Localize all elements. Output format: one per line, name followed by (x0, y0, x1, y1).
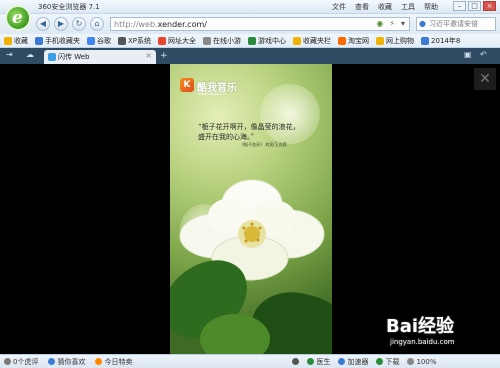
status-deals[interactable]: 今日特卖 (95, 357, 132, 367)
window-controls: – □ × (453, 1, 496, 11)
menu-bar: 文件 查看 收藏 工具 帮助 (332, 2, 438, 12)
bolt-icon[interactable]: ⚡ (389, 19, 395, 28)
bookmark-shopping[interactable]: 网上购物 (376, 36, 414, 46)
heart-icon (48, 358, 56, 365)
address-bar[interactable]: http://web.xender.com/ ◉ ⚡ ▾ (110, 17, 410, 31)
bookmark-mobile[interactable]: 手机收藏夹 (35, 36, 80, 46)
status-bar: 0个虎评 猜你喜欢 今日特卖 医生 加速器 下载 100% (0, 354, 500, 368)
bookmark-xp[interactable]: XP系统 (118, 36, 151, 46)
people-icon (421, 36, 430, 45)
search-box[interactable]: ● (416, 17, 496, 31)
site-icon (158, 36, 167, 45)
maximize-button[interactable]: □ (468, 1, 481, 11)
search-engine-icon[interactable]: ● (419, 19, 426, 28)
phone-screen-preview: K 酷我音乐 www.kuwo.cn “栀子花开啊开，像晶莹的浪花， 盛开在我的… (170, 64, 332, 354)
phone-icon (35, 36, 43, 45)
bookmark-folder[interactable]: 收藏夹栏 (293, 36, 331, 46)
gift-icon (95, 358, 103, 365)
tab-close-icon[interactable]: × (145, 51, 152, 60)
lyric-quote: “栀子花开啊开，像晶莹的浪花， 盛开在我的心海。” (198, 122, 328, 142)
google-icon (87, 36, 95, 45)
watermark-sub: jingyan.baidu.com (390, 338, 455, 346)
game-icon (248, 36, 257, 45)
menu-tools[interactable]: 工具 (401, 2, 415, 12)
browser-logo-icon[interactable]: e (5, 5, 31, 31)
baidu-jingyan-watermark: Bai经验 jingyan.baidu.com (384, 312, 500, 354)
xp-icon (118, 36, 126, 45)
sidebar-toggle-icon[interactable]: ⇥ (6, 50, 13, 59)
dropdown-chevron-icon[interactable]: ▾ (401, 19, 405, 28)
bookmarks-bar: 收藏 手机收藏夹 谷歌 XP系统 网址大全 在线小游 游戏中心 收藏夹栏 淘宝网… (0, 34, 500, 48)
status-phone[interactable] (292, 358, 300, 365)
comment-icon (4, 358, 11, 365)
url-text[interactable]: http://web.xender.com/ (114, 20, 207, 29)
close-window-button[interactable]: × (483, 1, 496, 11)
bookmark-games[interactable]: 在线小游 (203, 36, 241, 46)
bookmark-2014[interactable]: 2014年8 (421, 36, 460, 46)
menu-view[interactable]: 查看 (355, 2, 369, 12)
doctor-icon (307, 358, 315, 365)
menu-help[interactable]: 帮助 (424, 2, 438, 12)
tab-menu-icon[interactable]: ▣ (464, 50, 472, 59)
close-overlay-icon[interactable]: ✕ (474, 68, 496, 90)
phone-icon (292, 358, 300, 365)
kuwo-logo-icon: K (180, 78, 194, 92)
quote-line: “栀子花开啊开，像晶莹的浪花， (198, 123, 300, 131)
window-title: 360安全浏览器 7.1 (38, 3, 100, 11)
cloud-icon[interactable]: ☁ (26, 50, 34, 59)
xender-favicon-icon (48, 53, 56, 61)
bookmark-game-center[interactable]: 游戏中心 (248, 36, 286, 46)
status-recommend[interactable]: 猜你喜欢 (48, 357, 85, 367)
search-input[interactable] (417, 18, 485, 30)
web-content: ✕ K 酷我音乐 www.kuwo.cn “栀子花开啊开，像晶莹的浪花， 盛开在… (0, 64, 500, 354)
refresh-icon[interactable]: ↻ (72, 17, 86, 31)
navigation-bar: ◀ ▶ ↻ ⌂ http://web.xender.com/ ◉ ⚡ ▾ ● (0, 14, 500, 34)
taobao-icon (338, 36, 347, 45)
zoom-icon (407, 358, 415, 365)
compat-mode-icon[interactable]: ◉ (376, 19, 383, 28)
undo-close-icon[interactable]: ↶ (480, 50, 487, 59)
bookmark-favorites[interactable]: 收藏 (4, 36, 28, 46)
minimize-button[interactable]: – (453, 1, 466, 11)
status-accelerator[interactable]: 加速器 (338, 357, 368, 367)
folder-icon (376, 36, 385, 45)
page-icon (203, 36, 212, 45)
app-url: www.kuwo.cn (198, 91, 226, 96)
rocket-icon (338, 358, 346, 365)
star-icon (4, 36, 12, 45)
tab-xender-web[interactable]: 闪传 Web × (44, 50, 156, 64)
status-comments[interactable]: 0个虎评 (4, 357, 38, 367)
bookmark-url-directory[interactable]: 网址大全 (158, 36, 196, 46)
new-tab-icon[interactable]: + (160, 51, 168, 61)
bookmark-taobao[interactable]: 淘宝网 (338, 36, 369, 46)
title-bar: 360安全浏览器 7.1 文件 查看 收藏 工具 帮助 – □ × (0, 0, 500, 14)
menu-file[interactable]: 文件 (332, 2, 346, 12)
menu-favorites[interactable]: 收藏 (378, 2, 392, 12)
status-download[interactable]: 下载 (376, 357, 399, 367)
quote-source: 《栀子花开》 何炅/王志毅 (240, 142, 287, 147)
watermark-main: Bai经验 (386, 316, 455, 337)
tab-bar: ⇥ ☁ 闪传 Web × + ▣ ↶ (0, 48, 500, 64)
bookmark-google[interactable]: 谷歌 (87, 36, 111, 46)
folder-icon (293, 36, 302, 45)
address-icons: ◉ ⚡ ▾ (376, 19, 405, 28)
forward-arrow-icon[interactable]: ▶ (54, 17, 68, 31)
back-arrow-icon[interactable]: ◀ (36, 17, 50, 31)
status-zoom[interactable]: 100% (407, 358, 436, 366)
quote-line: 盛开在我的心海。” (198, 133, 255, 141)
download-icon (376, 358, 384, 365)
tab-label: 闪传 Web (58, 53, 90, 61)
home-icon[interactable]: ⌂ (90, 17, 104, 31)
status-doctor[interactable]: 医生 (307, 357, 330, 367)
